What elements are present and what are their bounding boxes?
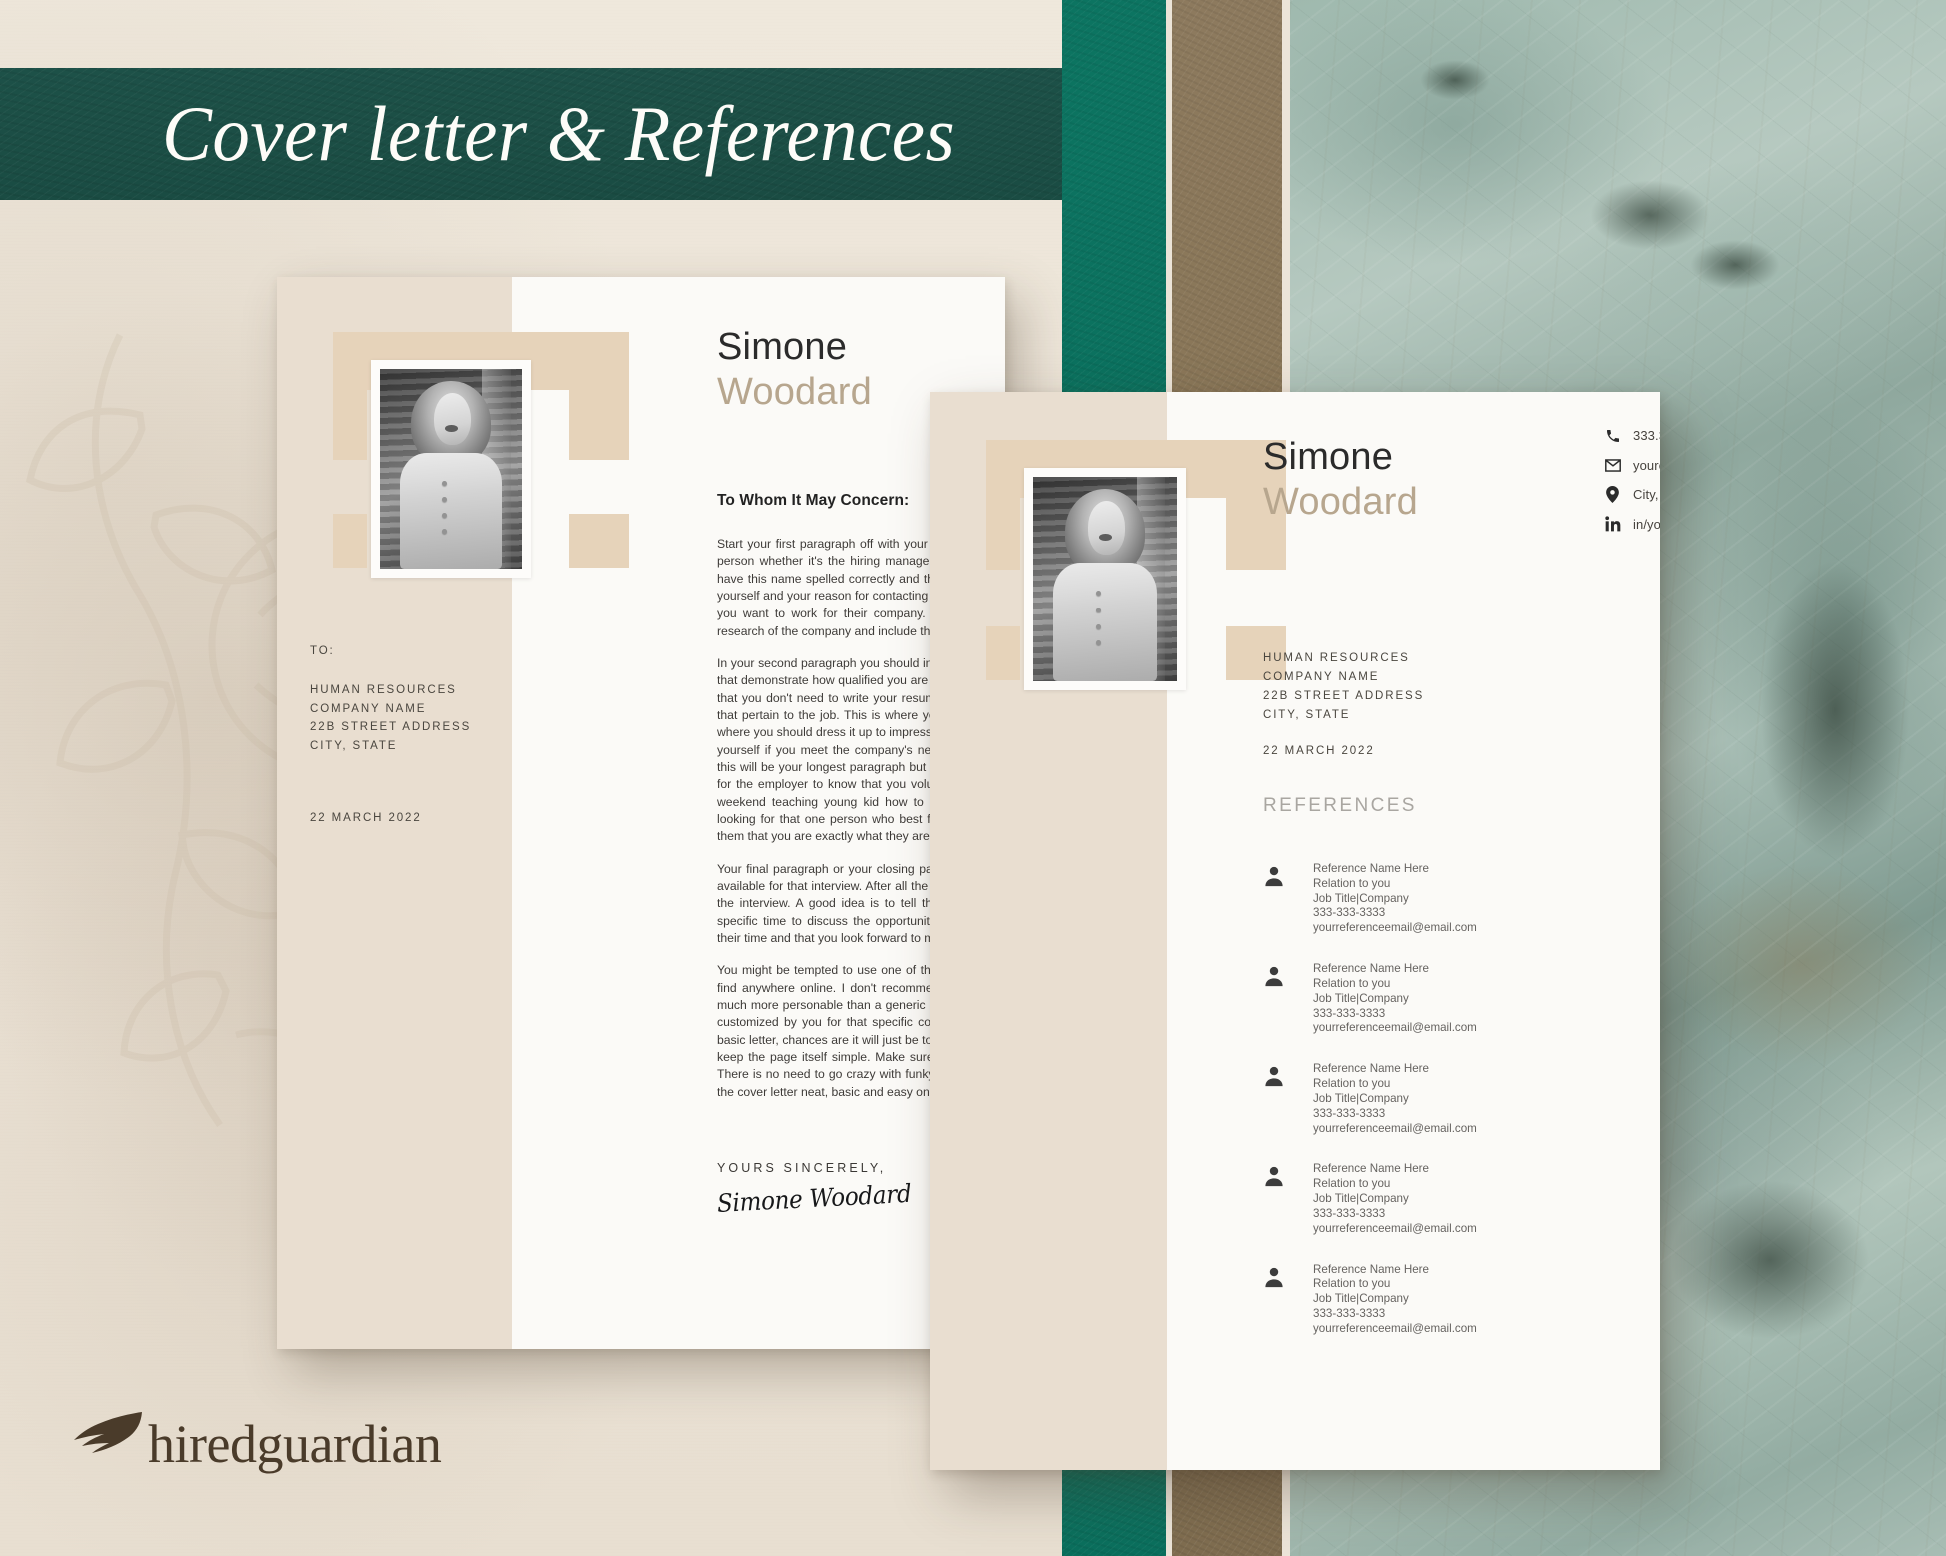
envelope-icon [1604,457,1621,474]
person-avatar-icon [1263,962,1289,1036]
recipient-block: HUMAN RESOURCES COMPANY NAME 22B STREET … [1263,649,1493,757]
recipient-line: CITY, STATE [310,740,398,753]
linkedin-icon [1604,516,1621,533]
reference-email: yourreferenceemail@email.com [1313,1021,1477,1035]
contact-email[interactable]: youremail@email.com [1604,457,1660,474]
portrait-photo-frame [371,360,531,578]
reference-job: Job Title|Company [1313,1292,1409,1306]
contact-location-text: City, State [1633,487,1660,502]
reference-job: Job Title|Company [1313,991,1409,1005]
accent-block-left-lower [986,626,1020,680]
reference-phone: 333-333-3333 [1313,1307,1386,1321]
contact-linkedin[interactable]: in/yourlinkedin [1604,516,1660,533]
marble-spot [1760,560,1910,860]
recipient-line: 22B STREET ADDRESS [310,721,472,734]
first-name: Simone [717,326,848,368]
letter-date: 22 MARCH 2022 [310,811,422,824]
recipient-block: TO: HUMAN RESOURCES COMPANY NAME 22B STR… [310,645,510,824]
person-avatar-icon [1263,862,1289,936]
reference-phone: 333-333-3333 [1313,1206,1386,1220]
reference-email: yourreferenceemail@email.com [1313,1121,1477,1135]
recipient-line: COMPANY NAME [1263,670,1380,683]
first-name: Simone [1263,436,1394,478]
recipient-line: CITY, STATE [1263,708,1351,721]
reference-relation: Relation to you [1313,876,1391,890]
recipient-line: HUMAN RESOURCES [1263,652,1410,664]
cover-letter-document: Simone Woodard 333.333.3333 youremail@em… [277,277,1005,1349]
recipient-line: COMPANY NAME [310,702,427,715]
person-avatar-icon [1263,1062,1289,1136]
contact-email-text: youremail@email.com [1633,457,1660,473]
accent-block-left-lower [333,514,367,568]
signature-block: YOURS SINCERELY, Simone Woodard [716,1161,929,1218]
contact-phone[interactable]: 333.333.3333 [1604,427,1660,444]
references-date: 22 MARCH 2022 [1263,744,1375,757]
portrait-photo-frame [1024,468,1186,690]
marble-spot [1420,60,1490,100]
reference-email: yourreferenceemail@email.com [1313,921,1477,935]
person-avatar-icon [1263,1263,1289,1337]
reference-item: Reference Name Here Relation to you Job … [1263,1062,1660,1136]
reference-job: Job Title|Company [1313,1192,1409,1206]
marble-spot [1590,180,1710,250]
reference-phone: 333-333-3333 [1313,1106,1386,1120]
accent-block-left-upper [986,498,1020,570]
contact-list: 333.333.3333 youremail@email.com City, S… [1604,427,1660,545]
signature: Simone Woodard [716,1178,913,1218]
marble-spot [1670,1180,1870,1340]
name-block: Simone Woodard [717,326,872,417]
reference-name: Reference Name Here [1313,1062,1429,1076]
portrait-photo [380,369,522,569]
marble-spot [1690,240,1780,290]
reference-item: Reference Name Here Relation to you Job … [1263,1263,1660,1337]
brand-logo: hiredguardian [72,1408,442,1475]
last-name: Woodard [1263,481,1418,524]
reference-item: Reference Name Here Relation to you Job … [1263,862,1660,936]
references-heading: REFERENCES [1263,795,1417,816]
reference-relation: Relation to you [1313,1277,1391,1291]
reference-email: yourreferenceemail@email.com [1313,1221,1477,1235]
wing-icon [72,1408,146,1470]
title-banner: Cover letter & References [0,68,1062,200]
accent-block-left-upper [333,390,367,460]
reference-job: Job Title|Company [1313,891,1409,905]
contact-linkedin-text: in/yourlinkedin [1633,516,1660,532]
reference-phone: 333-333-3333 [1313,1006,1386,1020]
contact-location[interactable]: City, State [1604,486,1660,503]
last-name: Woodard [717,371,872,414]
person-avatar-icon [1263,1162,1289,1236]
reference-relation: Relation to you [1313,976,1391,990]
reference-item: Reference Name Here Relation to you Job … [1263,962,1660,1036]
reference-phone: 333-333-3333 [1313,906,1386,920]
contact-phone-text: 333.333.3333 [1633,428,1660,443]
to-label: TO: [310,645,335,657]
reference-name: Reference Name Here [1313,1162,1429,1176]
closing-label: YOURS SINCERELY, [717,1161,887,1175]
reference-name: Reference Name Here [1313,962,1429,976]
reference-relation: Relation to you [1313,1177,1391,1191]
recipient-line: 22B STREET ADDRESS [1263,689,1425,702]
reference-name: Reference Name Here [1313,1262,1429,1276]
references-document: Simone Woodard 333.333.3333 youremail@em… [930,392,1660,1470]
reference-job: Job Title|Company [1313,1091,1409,1105]
reference-relation: Relation to you [1313,1077,1391,1091]
phone-icon [1604,427,1621,444]
recipient-line: HUMAN RESOURCES [310,684,457,696]
reference-email: yourreferenceemail@email.com [1313,1321,1477,1335]
reference-item: Reference Name Here Relation to you Job … [1263,1162,1660,1236]
brand-name: hiredguardian [148,1414,442,1475]
page-title: Cover letter & References [162,90,956,177]
references-body: Simone Woodard 333.333.3333 youremail@em… [1167,392,1660,1470]
references-list: Reference Name Here Relation to you Job … [1263,862,1660,1363]
name-block: Simone Woodard [1263,436,1418,527]
location-pin-icon [1604,486,1621,503]
portrait-photo [1033,477,1177,681]
reference-name: Reference Name Here [1313,862,1429,875]
